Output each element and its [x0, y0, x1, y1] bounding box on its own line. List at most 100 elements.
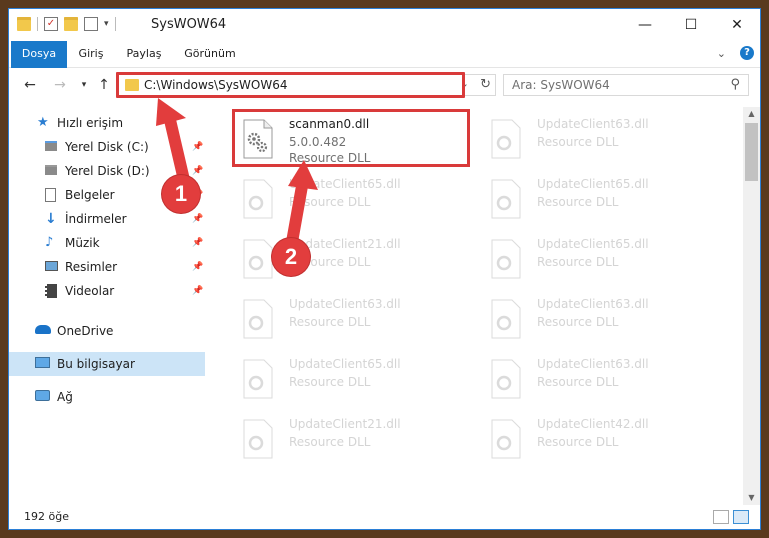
file-name: UpdateClient42.dll — [537, 417, 649, 431]
scroll-up-icon[interactable]: ▲ — [743, 107, 760, 121]
window-controls: — ☐ ✕ — [622, 9, 760, 41]
ribbon-controls: ⌄ ? — [717, 46, 754, 60]
dll-gear-icon — [491, 239, 521, 279]
file-item[interactable]: UpdateClient63.dll Resource DLL — [235, 293, 465, 345]
pin-icon[interactable]: 📌 — [192, 214, 203, 224]
file-item[interactable]: UpdateClient65.dll Resource DLL — [235, 353, 465, 405]
forward-arrow-icon[interactable]: → — [51, 77, 69, 93]
navigation-pane: ★ Hızlı erişim Yerel Disk (C:) 📌 Yerel D… — [9, 107, 205, 505]
file-type: Resource DLL — [289, 315, 371, 329]
computer-icon — [35, 357, 50, 368]
sidebar-item-pictures[interactable]: Resimler 📌 — [9, 255, 205, 279]
pin-icon[interactable]: 📌 — [192, 238, 203, 248]
file-item[interactable]: UpdateClient63.dll Resource DLL — [483, 293, 713, 345]
step-badge-1: 1 — [162, 175, 200, 213]
file-type: Resource DLL — [289, 435, 371, 449]
file-explorer-window: ✓ ▾ SysWOW64 — ☐ ✕ Dosya Giriş Paylaş Gö… — [8, 8, 761, 530]
new-folder-icon[interactable] — [64, 17, 78, 31]
sidebar-item-this-pc[interactable]: Bu bilgisayar — [9, 352, 205, 376]
recent-locations-icon[interactable]: ▾ — [75, 80, 93, 90]
file-item[interactable]: UpdateClient42.dll Resource DLL — [483, 413, 713, 465]
maximize-button[interactable]: ☐ — [668, 9, 714, 41]
pictures-icon — [45, 261, 58, 271]
navigation-bar: ← → ▾ ↑ C:\Windows\SysWOW64 ⌄ ↻ Ara: Sys… — [9, 68, 760, 104]
sidebar-item-label: İndirmeler — [65, 212, 127, 226]
scroll-down-icon[interactable]: ▼ — [743, 491, 760, 505]
help-icon[interactable]: ? — [740, 46, 754, 60]
document-icon — [45, 188, 56, 202]
folder-icon — [17, 17, 31, 31]
up-arrow-icon[interactable]: ↑ — [95, 77, 113, 93]
search-icon[interactable]: ⚲ — [730, 77, 740, 92]
file-name: UpdateClient65.dll — [537, 237, 649, 251]
file-type: Resource DLL — [537, 195, 619, 209]
close-button[interactable]: ✕ — [714, 9, 760, 41]
dll-gear-icon — [491, 419, 521, 459]
download-icon: ↓ — [45, 211, 57, 227]
sidebar-item-label: Yerel Disk (C:) — [65, 140, 149, 154]
file-item[interactable]: UpdateClient65.dll Resource DLL — [483, 173, 713, 225]
scrollbar-thumb[interactable] — [745, 123, 758, 181]
expand-ribbon-icon[interactable]: ⌄ — [717, 47, 726, 60]
pin-icon[interactable]: 📌 — [192, 262, 203, 272]
file-type: Resource DLL — [289, 195, 371, 209]
toolbar-divider — [37, 17, 38, 31]
customize-toolbar-icon[interactable] — [84, 17, 98, 31]
sidebar-item-network[interactable]: Ağ — [9, 385, 205, 409]
file-name: UpdateClient63.dll — [537, 117, 649, 131]
sidebar-item-label: Belgeler — [65, 188, 115, 202]
search-input[interactable]: Ara: SysWOW64 ⚲ — [503, 74, 749, 96]
file-list: scanman0.dll 5.0.0.482 Resource DLL Upda… — [215, 107, 741, 505]
sidebar-item-label: Bu bilgisayar — [57, 357, 135, 371]
file-item[interactable]: UpdateClient65.dll Resource DLL — [235, 173, 465, 225]
item-count: 192 öğe — [24, 510, 69, 523]
sidebar-item-local-disk-c[interactable]: Yerel Disk (C:) 📌 — [9, 135, 205, 159]
ribbon-tabs: Dosya Giriş Paylaş Görünüm ⌄ ? — [9, 41, 760, 93]
chevron-down-icon[interactable]: ▾ — [104, 19, 109, 29]
star-icon: ★ — [37, 115, 49, 130]
sidebar-item-label: Ağ — [57, 390, 73, 404]
dll-gear-icon — [491, 359, 521, 399]
details-view-icon[interactable] — [713, 510, 729, 524]
file-name: UpdateClient65.dll — [537, 177, 649, 191]
file-name: UpdateClient63.dll — [537, 297, 649, 311]
status-bar: 192 öğe — [9, 507, 760, 529]
file-item[interactable]: UpdateClient63.dll Resource DLL — [483, 353, 713, 405]
file-item[interactable]: UpdateClient63.dll Resource DLL — [483, 113, 713, 165]
file-type: Resource DLL — [537, 315, 619, 329]
file-type: Resource DLL — [537, 255, 619, 269]
vertical-scrollbar[interactable]: ▲ ▼ — [743, 107, 760, 505]
cloud-icon — [35, 325, 51, 334]
pin-icon[interactable]: 📌 — [192, 142, 203, 152]
file-name: UpdateClient65.dll — [289, 177, 401, 191]
sidebar-item-music[interactable]: ♪ Müzik 📌 — [9, 231, 205, 255]
pin-icon[interactable]: 📌 — [192, 286, 203, 296]
file-item[interactable]: UpdateClient21.dll Resource DLL — [235, 233, 465, 285]
sidebar-item-label: Videolar — [65, 284, 115, 298]
sidebar-item-videos[interactable]: Videolar 📌 — [9, 279, 205, 303]
quick-access-toolbar: ✓ ▾ — [17, 17, 116, 31]
file-name: UpdateClient63.dll — [289, 297, 401, 311]
video-icon — [45, 284, 57, 298]
file-item[interactable]: UpdateClient65.dll Resource DLL — [483, 233, 713, 285]
dll-gear-icon — [243, 179, 273, 219]
tab-home[interactable]: Giriş — [71, 41, 111, 67]
file-highlight-box — [232, 109, 470, 167]
file-name: UpdateClient65.dll — [289, 357, 401, 371]
tiles-view-icon[interactable] — [733, 510, 749, 524]
tab-view[interactable]: Görünüm — [179, 41, 241, 67]
file-item[interactable]: UpdateClient21.dll Resource DLL — [235, 413, 465, 465]
sidebar-item-quick-access[interactable]: ★ Hızlı erişim — [9, 111, 205, 135]
tab-share[interactable]: Paylaş — [119, 41, 169, 67]
pin-icon[interactable]: 📌 — [192, 166, 203, 176]
refresh-icon[interactable]: ↻ — [480, 77, 491, 92]
minimize-button[interactable]: — — [622, 9, 668, 41]
back-arrow-icon[interactable]: ← — [21, 77, 39, 93]
properties-check-icon[interactable]: ✓ — [44, 17, 58, 31]
sidebar-item-onedrive[interactable]: OneDrive — [9, 319, 205, 343]
sidebar-item-label: Resimler — [65, 260, 118, 274]
drive-icon — [45, 165, 57, 175]
dll-gear-icon — [243, 239, 273, 279]
file-type: Resource DLL — [537, 135, 619, 149]
sidebar-item-label: Yerel Disk (D:) — [65, 164, 150, 178]
